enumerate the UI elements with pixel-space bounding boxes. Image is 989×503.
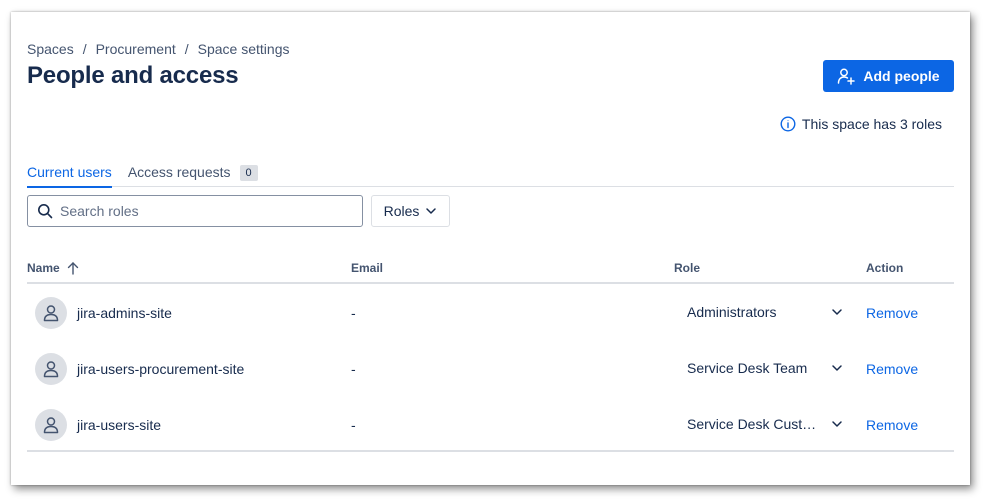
role-value: Administrators (687, 304, 777, 320)
person-icon (43, 305, 59, 322)
tab-list: Current users Access requests 0 (27, 160, 954, 188)
info-icon[interactable] (780, 116, 796, 132)
roles-info-text: This space has 3 roles (801, 116, 942, 132)
role-value: Service Desk Customers (687, 416, 821, 432)
avatar (35, 297, 67, 329)
add-people-button[interactable]: Add people (823, 60, 954, 92)
user-name: jira-users-procurement-site (77, 361, 245, 377)
page-title: People and access (27, 62, 239, 89)
column-header-label: Name (27, 261, 60, 275)
chevron-down-icon (426, 208, 437, 214)
user-name: jira-users-site (77, 417, 162, 433)
avatar (35, 353, 67, 385)
search-input[interactable] (60, 203, 340, 219)
tab-label: Access requests (127, 164, 231, 180)
column-header-action: Action (866, 261, 903, 275)
person-add-icon (838, 68, 856, 85)
settings-panel: Spaces / Procurement / Space settings Pe… (11, 12, 970, 485)
breadcrumb-spaces[interactable]: Spaces (27, 41, 74, 57)
chevron-down-icon (832, 421, 842, 427)
user-name: jira-admins-site (77, 305, 172, 321)
table-row: jira-users-site - Service Desk Customers… (27, 396, 954, 452)
access-requests-count-badge: 0 (239, 165, 258, 181)
search-field[interactable] (27, 195, 363, 227)
remove-link[interactable]: Remove (866, 305, 918, 321)
role-value: Service Desk Team (687, 360, 808, 376)
column-header-label: Role (674, 261, 701, 275)
remove-link[interactable]: Remove (866, 417, 918, 433)
user-email: - (351, 361, 356, 377)
tab-access-requests[interactable]: Access requests 0 (128, 160, 258, 187)
breadcrumb-procurement[interactable]: Procurement (96, 41, 176, 57)
table-header: Name Email Role Action (27, 257, 954, 284)
column-header-role: Role (674, 261, 700, 275)
role-dropdown[interactable]: Service Desk Team (675, 352, 847, 384)
chevron-down-icon (832, 309, 842, 315)
breadcrumb-separator: / (184, 41, 189, 57)
arrow-up-icon (67, 262, 78, 275)
column-header-name[interactable]: Name (27, 261, 80, 275)
breadcrumb: Spaces / Procurement / Space settings (27, 41, 289, 57)
tab-current-users[interactable]: Current users (27, 160, 112, 188)
table-row: jira-admins-site - Administrators Remove (27, 284, 954, 340)
tab-label: Current users (27, 164, 112, 180)
avatar (35, 409, 67, 441)
column-header-label: Action (866, 261, 904, 275)
table-row: jira-users-procurement-site - Service De… (27, 340, 954, 396)
user-email: - (351, 305, 356, 321)
remove-link[interactable]: Remove (866, 361, 918, 377)
role-dropdown[interactable]: Service Desk Customers (675, 408, 847, 440)
column-header-label: Email (351, 261, 384, 275)
person-icon (43, 361, 59, 378)
users-table: Name Email Role Action jira-admins-site … (27, 257, 954, 452)
role-dropdown[interactable]: Administrators (675, 296, 847, 328)
column-header-email: Email (351, 261, 383, 275)
user-email: - (351, 417, 356, 433)
roles-filter-dropdown[interactable]: Roles (371, 195, 450, 227)
search-icon (38, 204, 53, 219)
add-people-label: Add people (863, 68, 940, 84)
chevron-down-icon (832, 365, 842, 371)
breadcrumb-separator: / (82, 41, 87, 57)
breadcrumb-space-settings[interactable]: Space settings (198, 41, 290, 57)
roles-info: This space has 3 roles (780, 116, 942, 132)
person-icon (43, 417, 59, 434)
roles-filter-label: Roles (383, 203, 420, 219)
